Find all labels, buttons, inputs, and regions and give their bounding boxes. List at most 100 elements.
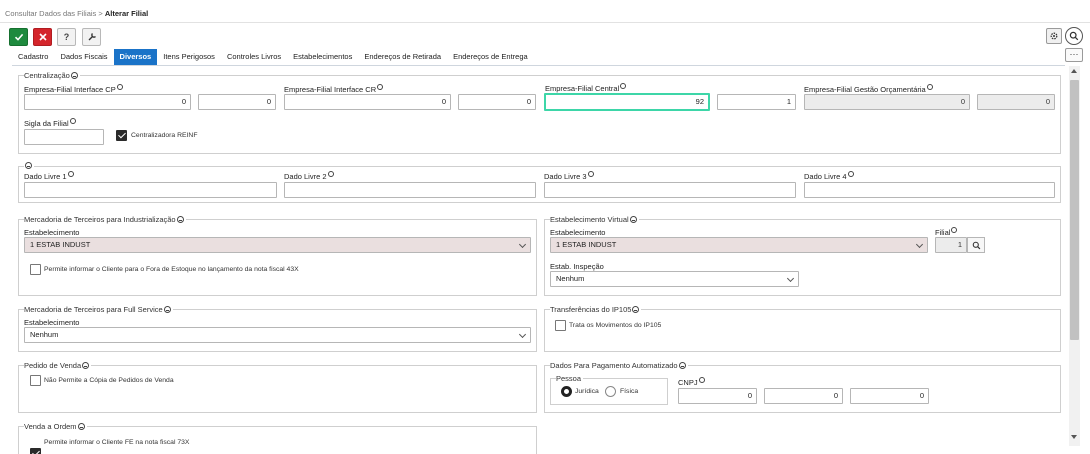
dado-livre-1-label: Dado Livre 1: [24, 171, 74, 181]
dado-livre-2-label: Dado Livre 2: [284, 171, 334, 181]
sigla-label: Sigla da Filial: [24, 118, 76, 128]
help-icon[interactable]: [377, 84, 384, 90]
chevron-down-icon: [518, 330, 527, 339]
interface-cr-label: Empresa-Filial Interface CR: [284, 84, 384, 94]
dado-livre-1-input[interactable]: [24, 182, 277, 198]
collapse-icon[interactable]: [632, 306, 640, 313]
tab-itens-perigosos[interactable]: Itens Perigosos: [157, 49, 221, 65]
full-service-legend: Mercadoria de Terceiros para Full Servic…: [24, 305, 173, 314]
help-button[interactable]: ?: [57, 28, 76, 46]
tab-dados-fiscais[interactable]: Dados Fiscais: [54, 49, 113, 65]
industrializacao-checkbox[interactable]: [30, 264, 41, 275]
collapse-icon[interactable]: [77, 423, 85, 430]
pessoa-fisica-radio[interactable]: [605, 386, 616, 397]
tab-estabelecimentos[interactable]: Estabelecimentos: [287, 49, 358, 65]
central-filial-input[interactable]: 1: [717, 94, 796, 110]
cnpj-filial-input[interactable]: 0: [764, 388, 843, 404]
pedido-venda-checkbox-label: Não Permite a Cópia de Pedidos de Venda: [44, 377, 174, 384]
chevron-down-icon: [915, 240, 924, 249]
collapse-icon[interactable]: [629, 216, 637, 223]
centralizacao-legend: Centralização: [24, 71, 80, 80]
venda-ordem-legend: Venda a Ordem: [24, 422, 87, 431]
question-icon: ?: [63, 32, 70, 42]
tab-cadastro[interactable]: Cadastro: [12, 49, 54, 65]
sigla-input[interactable]: [24, 129, 104, 145]
cancel-button[interactable]: [33, 28, 52, 46]
scrollbar-thumb[interactable]: [1070, 80, 1079, 340]
scroll-down-icon[interactable]: [1071, 435, 1077, 439]
central-empresa-input[interactable]: 92: [544, 93, 710, 111]
pessoa-fisica-label: Física: [620, 388, 639, 395]
estab-virtual-estab-select[interactable]: 1 ESTAB INDUST: [550, 237, 928, 253]
pessoa-juridica-label: Jurídica: [575, 388, 599, 395]
breadcrumb: Consultar Dados das Filiais > Alterar Fi…: [5, 9, 148, 18]
venda-ordem-checkbox-label: Permite informar o Cliente FE na nota fi…: [44, 439, 190, 446]
dado-livre-4-input[interactable]: [804, 182, 1055, 198]
tools-button[interactable]: [82, 28, 101, 46]
reinf-label: Centralizadora REINF: [131, 132, 198, 139]
interface-cr-empresa-input[interactable]: 0: [284, 94, 451, 110]
full-service-estab-select[interactable]: Nenhum: [24, 327, 531, 343]
dado-livre-2-input[interactable]: [284, 182, 536, 198]
interface-cr-filial-input[interactable]: 0: [458, 94, 536, 110]
dado-livre-3-label: Dado Livre 3: [544, 171, 594, 181]
transferencias-checkbox-label: Trata os Movimentos do IP105: [569, 322, 662, 329]
pedido-venda-panel: [18, 365, 537, 413]
more-options-button[interactable]: ···: [1065, 48, 1083, 62]
transferencias-legend: Transferências do IP105: [550, 305, 642, 314]
tab-controles-livros[interactable]: Controles Livros: [221, 49, 287, 65]
venda-ordem-checkbox[interactable]: [30, 448, 41, 454]
industrializacao-estab-label: Estabelecimento: [24, 228, 80, 237]
breadcrumb-parent[interactable]: Consultar Dados das Filiais: [5, 9, 96, 18]
search-icon: [972, 241, 980, 249]
help-icon[interactable]: [926, 84, 933, 90]
industrializacao-estab-select[interactable]: 1 ESTAB INDUST: [24, 237, 531, 253]
tab-enderecos-entrega[interactable]: Endereços de Entrega: [447, 49, 534, 65]
filial-input: 1: [935, 237, 967, 253]
central-label: Empresa-Filial Central: [545, 83, 627, 93]
help-icon[interactable]: [69, 118, 76, 124]
save-button[interactable]: [9, 28, 28, 46]
dado-livre-3-input[interactable]: [544, 182, 796, 198]
scroll-up-icon[interactable]: [1071, 69, 1077, 73]
gear-icon: [1050, 32, 1058, 40]
help-icon[interactable]: [67, 171, 74, 177]
inspecao-select[interactable]: Nenhum: [550, 271, 799, 287]
tab-bar: Cadastro Dados Fiscais Diversos Itens Pe…: [12, 49, 534, 65]
interface-cp-label: Empresa-Filial Interface CP: [24, 84, 123, 94]
interface-cp-empresa-input[interactable]: 0: [24, 94, 191, 110]
settings-button[interactable]: [1046, 28, 1062, 44]
help-icon[interactable]: [698, 377, 705, 383]
filial-lookup-button[interactable]: [967, 237, 985, 253]
collapse-icon[interactable]: [25, 162, 32, 169]
collapse-icon[interactable]: [176, 216, 184, 223]
collapse-icon[interactable]: [163, 306, 171, 313]
search-button[interactable]: [1065, 27, 1083, 45]
collapse-icon[interactable]: [678, 362, 686, 369]
tab-enderecos-retirada[interactable]: Endereços de Retirada: [358, 49, 447, 65]
help-icon[interactable]: [847, 171, 854, 177]
reinf-checkbox[interactable]: [116, 130, 127, 141]
collapse-icon[interactable]: [70, 72, 78, 79]
pedido-venda-legend: Pedido de Venda: [24, 361, 92, 370]
interface-cp-filial-input[interactable]: 0: [198, 94, 276, 110]
cnpj-label: CNPJ: [678, 377, 705, 387]
help-icon[interactable]: [116, 84, 123, 90]
help-icon[interactable]: [620, 83, 627, 89]
gestao-label: Empresa-Filial Gestão Orçamentária: [804, 84, 933, 94]
cnpj-base-input[interactable]: 0: [678, 388, 757, 404]
help-icon[interactable]: [587, 171, 594, 177]
breadcrumb-current: Alterar Filial: [104, 9, 149, 18]
help-icon[interactable]: [951, 227, 958, 233]
tab-diversos[interactable]: Diversos: [113, 49, 158, 65]
pessoa-juridica-radio[interactable]: [561, 386, 572, 397]
check-icon: [14, 33, 23, 41]
help-icon[interactable]: [327, 171, 334, 177]
transferencias-checkbox[interactable]: [555, 320, 566, 331]
pedido-venda-checkbox[interactable]: [30, 375, 41, 386]
collapse-icon[interactable]: [82, 362, 90, 369]
inspecao-label: Estab. Inspeção: [550, 262, 604, 271]
pessoa-legend: Pessoa: [556, 374, 584, 383]
cnpj-digito-input[interactable]: 0: [850, 388, 929, 404]
pagamento-legend: Dados Para Pagamento Automatizado: [550, 361, 688, 370]
